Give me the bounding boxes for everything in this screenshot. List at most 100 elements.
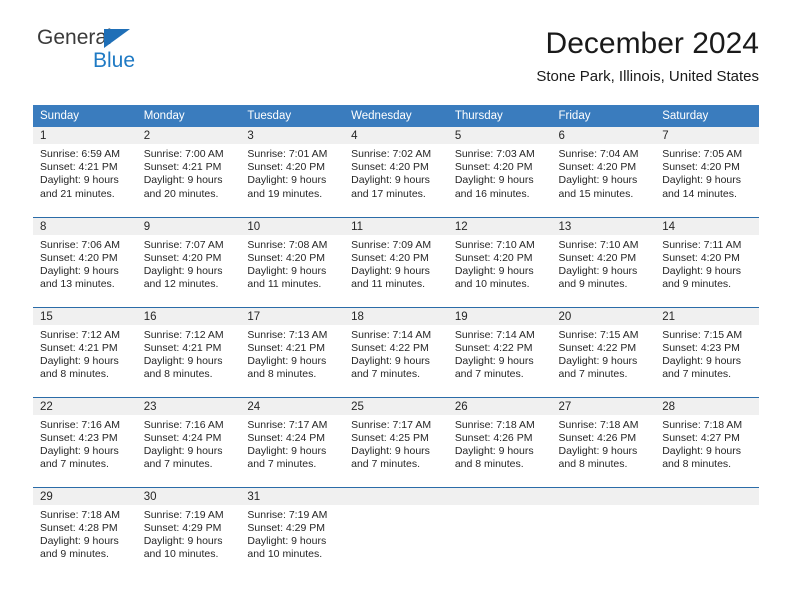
- calendar-day-cell[interactable]: 18 Sunrise: 7:14 AM Sunset: 4:22 PM Dayligh…: [344, 306, 448, 397]
- calendar-day-cell[interactable]: 3 Sunrise: 7:01 AM Sunset: 4:20 PM Daylight…: [240, 127, 345, 217]
- calendar-day-cell[interactable]: 22 Sunrise: 7:16 AM Sunset: 4:23 PM Dayligh…: [33, 396, 137, 487]
- calendar-day-cell[interactable]: 21 Sunrise: 7:15 AM Sunset: 4:23 PM Dayligh…: [655, 306, 759, 397]
- day-number: 1: [33, 127, 137, 144]
- sunrise-text: Sunrise: 7:09 AM: [351, 238, 432, 251]
- daylight-text-line1: Daylight: 9 hours: [40, 174, 119, 187]
- day-number: 12: [447, 217, 552, 235]
- daylight-text-line2: and 21 minutes.: [40, 187, 115, 200]
- calendar-day-cell[interactable]: 27 Sunrise: 7:18 AM Sunset: 4:26 PM Dayligh…: [551, 396, 656, 487]
- sunset-text: Sunset: 4:24 PM: [247, 431, 326, 444]
- daylight-text-line2: and 12 minutes.: [143, 278, 219, 291]
- sunrise-text: Sunrise: 7:17 AM: [351, 418, 432, 431]
- sunset-text: Sunset: 4:23 PM: [40, 431, 118, 444]
- calendar-day-cell[interactable]: 5 Sunrise: 7:03 AM Sunset: 4:20 PM Daylight…: [447, 127, 552, 217]
- sunrise-text: Sunrise: 7:15 AM: [662, 328, 743, 341]
- day-details: Sunrise: 7:07 AM Sunset: 4:20 PM Daylight:…: [137, 235, 241, 292]
- sunset-text: Sunset: 4:25 PM: [351, 431, 429, 444]
- calendar-day-cell[interactable]: 20 Sunrise: 7:15 AM Sunset: 4:22 PM Dayligh…: [551, 306, 656, 397]
- sunset-text: Sunset: 4:21 PM: [40, 341, 118, 354]
- calendar-day-cell[interactable]: 12 Sunrise: 7:10 AM Sunset: 4:20 PM Dayligh…: [447, 216, 552, 307]
- day-number: 26: [447, 397, 552, 415]
- daylight-text-line2: and 9 minutes.: [662, 278, 732, 291]
- calendar-day-cell[interactable]: 15 Sunrise: 7:12 AM Sunset: 4:21 PM Dayligh…: [33, 306, 137, 397]
- calendar-week-row: 22 Sunrise: 7:16 AM Sunset: 4:23 PM Dayligh…: [33, 396, 759, 487]
- sunset-text: Sunset: 4:21 PM: [247, 341, 326, 354]
- calendar-week-row: 1 Sunrise: 6:59 AM Sunset: 4:21 PM Daylight…: [33, 127, 759, 217]
- sunset-text: Sunset: 4:21 PM: [143, 161, 222, 174]
- calendar-page: General Blue December 2024 Stone Park, I…: [0, 0, 792, 612]
- calendar-day-cell[interactable]: 19 Sunrise: 7:14 AM Sunset: 4:22 PM Dayligh…: [447, 306, 552, 397]
- calendar-day-cell[interactable]: 9 Sunrise: 7:07 AM Sunset: 4:20 PM Daylight…: [136, 216, 241, 307]
- daylight-text-line2: and 10 minutes.: [143, 548, 219, 561]
- sunrise-text: Sunrise: 7:10 AM: [558, 238, 639, 251]
- calendar-day-cell[interactable]: 31 Sunrise: 7:19 AM Sunset: 4:29 PM Dayligh…: [240, 486, 345, 577]
- calendar-day-cell-empty: [551, 486, 656, 577]
- calendar-day-cell[interactable]: 17 Sunrise: 7:13 AM Sunset: 4:21 PM Dayligh…: [240, 306, 345, 397]
- calendar-day-cell[interactable]: 11 Sunrise: 7:09 AM Sunset: 4:20 PM Dayligh…: [344, 216, 448, 307]
- logo-text-blue: Blue: [93, 49, 136, 72]
- sunrise-text: Sunrise: 7:12 AM: [143, 328, 224, 341]
- day-number: 31: [240, 487, 345, 505]
- daylight-text-line1: Daylight: 9 hours: [40, 534, 119, 547]
- daylight-text-line2: and 19 minutes.: [247, 187, 323, 200]
- weekday-header-tuesday: Tuesday: [240, 105, 345, 127]
- calendar-day-cell[interactable]: 2 Sunrise: 7:00 AM Sunset: 4:21 PM Daylight…: [136, 127, 241, 217]
- day-number: [447, 487, 552, 505]
- calendar-day-cell[interactable]: 4 Sunrise: 7:02 AM Sunset: 4:20 PM Daylight…: [344, 127, 448, 217]
- daylight-text-line1: Daylight: 9 hours: [247, 444, 327, 457]
- daylight-text-line1: Daylight: 9 hours: [40, 264, 119, 277]
- daylight-text-line2: and 7 minutes.: [40, 458, 109, 471]
- sunset-text: Sunset: 4:20 PM: [351, 161, 429, 174]
- sunset-text: Sunset: 4:20 PM: [40, 251, 118, 264]
- sunset-text: Sunset: 4:27 PM: [662, 431, 740, 444]
- day-details: Sunrise: 7:18 AM Sunset: 4:27 PM Daylight:…: [655, 415, 759, 472]
- daylight-text-line1: Daylight: 9 hours: [662, 264, 742, 277]
- calendar-day-cell[interactable]: 30 Sunrise: 7:19 AM Sunset: 4:29 PM Dayligh…: [136, 486, 241, 577]
- calendar-day-cell[interactable]: 16 Sunrise: 7:12 AM Sunset: 4:21 PM Dayligh…: [136, 306, 241, 397]
- sunrise-text: Sunrise: 7:04 AM: [558, 148, 639, 160]
- day-details: Sunrise: 7:19 AM Sunset: 4:29 PM Daylight:…: [137, 505, 241, 562]
- day-details: Sunrise: 7:00 AM Sunset: 4:21 PM Daylight:…: [137, 144, 241, 201]
- calendar-day-cell[interactable]: 13 Sunrise: 7:10 AM Sunset: 4:20 PM Dayligh…: [551, 216, 656, 307]
- day-number: 2: [136, 127, 241, 144]
- day-number: 9: [136, 217, 241, 235]
- day-number: 30: [136, 487, 241, 505]
- day-number: 7: [655, 127, 759, 144]
- sunset-text: Sunset: 4:26 PM: [558, 431, 637, 444]
- calendar-day-cell[interactable]: 28 Sunrise: 7:18 AM Sunset: 4:27 PM Dayligh…: [655, 396, 759, 487]
- logo-text-general: General: [37, 26, 112, 49]
- sunset-text: Sunset: 4:20 PM: [558, 251, 637, 264]
- daylight-text-line2: and 16 minutes.: [454, 187, 530, 200]
- daylight-text-line2: and 11 minutes.: [247, 278, 322, 291]
- day-number: 4: [344, 127, 448, 144]
- day-number: 8: [33, 217, 137, 235]
- calendar-day-cell[interactable]: 25 Sunrise: 7:17 AM Sunset: 4:25 PM Dayligh…: [344, 396, 448, 487]
- day-details: Sunrise: 7:17 AM Sunset: 4:24 PM Daylight:…: [240, 415, 344, 472]
- sunrise-text: Sunrise: 7:10 AM: [454, 238, 535, 251]
- general-blue-logo[interactable]: General Blue: [33, 26, 213, 82]
- sunset-text: Sunset: 4:20 PM: [454, 161, 533, 174]
- day-details: Sunrise: 7:08 AM Sunset: 4:20 PM Daylight:…: [240, 235, 344, 292]
- sunset-text: Sunset: 4:22 PM: [558, 341, 637, 354]
- sunset-text: Sunset: 4:20 PM: [143, 251, 222, 264]
- sunrise-text: Sunrise: 7:18 AM: [558, 418, 639, 431]
- daylight-text-line2: and 7 minutes.: [143, 458, 213, 471]
- sunrise-text: Sunrise: 6:59 AM: [40, 148, 120, 160]
- calendar-body: 1 Sunrise: 6:59 AM Sunset: 4:21 PM Daylight…: [33, 127, 759, 577]
- calendar-day-cell[interactable]: 1 Sunrise: 6:59 AM Sunset: 4:21 PM Daylight…: [33, 127, 137, 217]
- calendar-day-cell[interactable]: 29 Sunrise: 7:18 AM Sunset: 4:28 PM Dayligh…: [33, 486, 137, 577]
- day-number: 27: [551, 397, 656, 415]
- calendar-day-cell[interactable]: 6 Sunrise: 7:04 AM Sunset: 4:20 PM Daylight…: [551, 127, 656, 217]
- calendar-day-cell[interactable]: 7 Sunrise: 7:05 AM Sunset: 4:20 PM Daylight…: [655, 127, 759, 217]
- calendar-day-cell[interactable]: 8 Sunrise: 7:06 AM Sunset: 4:20 PM Daylight…: [33, 216, 137, 307]
- calendar-day-cell[interactable]: 24 Sunrise: 7:17 AM Sunset: 4:24 PM Dayligh…: [240, 396, 345, 487]
- calendar-day-cell[interactable]: 14 Sunrise: 7:11 AM Sunset: 4:20 PM Dayligh…: [655, 216, 759, 307]
- page-header: General Blue December 2024 Stone Park, I…: [33, 26, 759, 98]
- calendar-day-cell[interactable]: 10 Sunrise: 7:08 AM Sunset: 4:20 PM Dayligh…: [240, 216, 345, 307]
- daylight-text-line2: and 17 minutes.: [351, 187, 426, 200]
- day-number: 28: [655, 397, 759, 415]
- day-details: [552, 505, 656, 509]
- calendar-day-cell[interactable]: 23 Sunrise: 7:16 AM Sunset: 4:24 PM Dayligh…: [136, 396, 241, 487]
- calendar-day-cell[interactable]: 26 Sunrise: 7:18 AM Sunset: 4:26 PM Dayligh…: [447, 396, 552, 487]
- daylight-text-line2: and 11 minutes.: [351, 278, 426, 291]
